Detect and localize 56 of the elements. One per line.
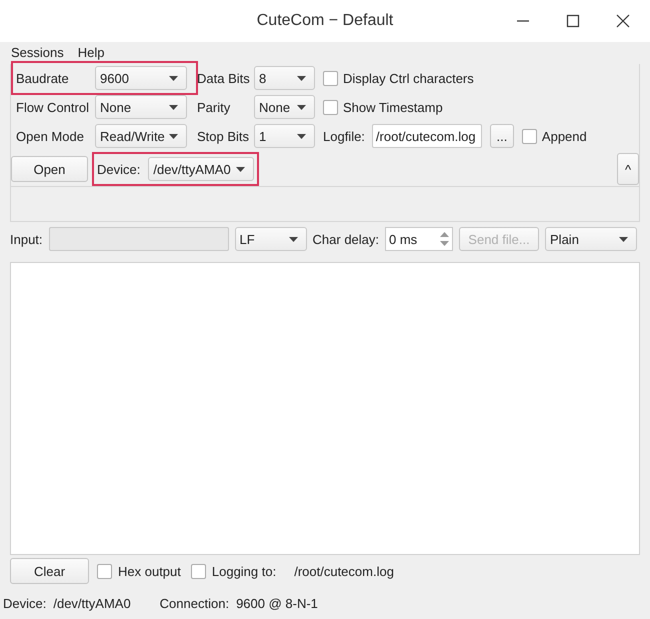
combo-box[interactable]: Plain [545, 227, 638, 251]
combo-box[interactable]: /dev/ttyAMA0 [148, 157, 254, 181]
checkbox[interactable] [97, 564, 112, 578]
caret-icon [169, 134, 178, 138]
input-field[interactable] [48, 227, 229, 251]
caret-icon [297, 104, 306, 110]
browse-button[interactable]: ... [490, 124, 514, 148]
caret-icon [169, 76, 178, 80]
status-value: /dev/ttyAMA0 [53, 596, 131, 611]
logfile-field[interactable]: /root/cutecom.log [372, 124, 482, 148]
field-label: Open Mode [16, 128, 85, 144]
close-icon[interactable] [616, 14, 630, 28]
field-label: Data Bits [197, 70, 251, 86]
checkbox-label: Show Timestamp [343, 100, 443, 114]
menu-item[interactable]: Sessions [11, 44, 64, 60]
status-value: 9600 @ 8-N-1 [236, 596, 318, 611]
window-title: CuteCom − Default [256, 12, 394, 30]
open-button[interactable]: Open [11, 156, 88, 182]
field-label: Char delay: [312, 232, 380, 246]
spin-box[interactable]: 0 ms [385, 227, 454, 251]
caret-icon [297, 134, 306, 138]
status-label: Device: [3, 596, 46, 611]
field-label: Parity [197, 100, 232, 114]
checkbox[interactable] [323, 100, 338, 114]
status-label: Connection: [160, 596, 230, 611]
clear-button[interactable]: Clear [10, 558, 89, 584]
checkbox-label: Append [542, 128, 587, 144]
collapse-button[interactable]: ^ [617, 153, 639, 185]
field-label: Device: [97, 162, 140, 176]
checkbox[interactable] [323, 70, 338, 86]
checkbox[interactable] [522, 128, 537, 144]
menu-item[interactable]: Help [78, 44, 104, 60]
combo-box[interactable]: 1 [254, 124, 315, 148]
combo-box[interactable]: None [254, 95, 315, 119]
checkbox[interactable] [190, 564, 206, 578]
field-label: Flow Control [16, 100, 90, 114]
caret-icon [236, 166, 246, 172]
log-path: /root/cutecom.log [294, 564, 394, 578]
combo-box[interactable]: None [95, 95, 187, 119]
caret-icon [288, 236, 298, 242]
field-label: Input: [10, 232, 43, 246]
combo-box[interactable]: 9600 [95, 66, 187, 90]
combo-box[interactable]: LF [234, 227, 307, 251]
field-label: Logfile: [323, 128, 365, 144]
spin-arrows-icon[interactable] [440, 230, 450, 248]
checkbox-label: Logging to: [212, 564, 276, 578]
combo-box[interactable]: 8 [254, 66, 315, 90]
caret-icon [297, 76, 306, 80]
caret-icon [619, 236, 628, 242]
checkbox-label: Hex output [118, 564, 181, 578]
combo-box[interactable]: Read/Write [95, 124, 187, 148]
field-label: Baudrate [16, 70, 70, 86]
checkbox-label: Display Ctrl characters [343, 70, 474, 86]
maximize-icon[interactable] [566, 14, 580, 28]
field-label: Stop Bits [197, 128, 250, 144]
caret-icon [169, 104, 178, 110]
